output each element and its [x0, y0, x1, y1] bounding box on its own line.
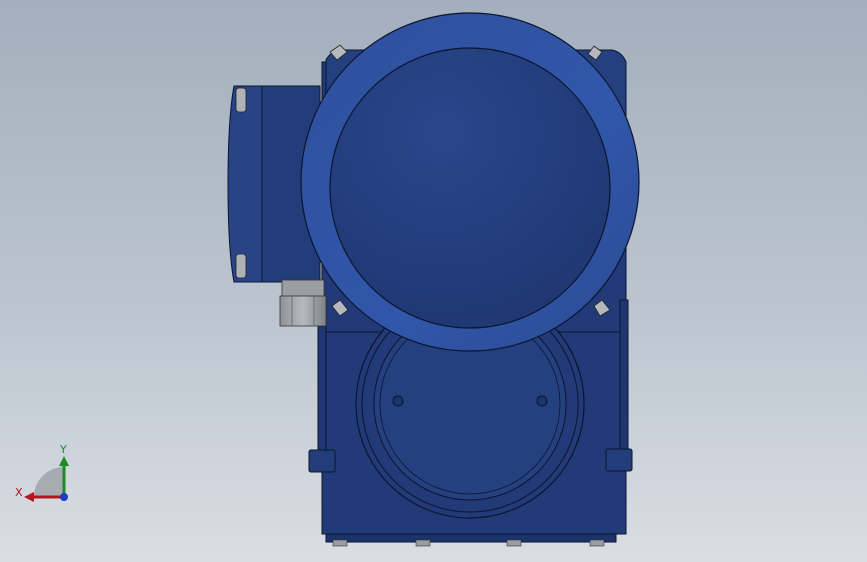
axis-triad: Y X — [15, 443, 69, 502]
cover-hole-right — [536, 395, 548, 407]
y-axis-label: Y — [59, 443, 67, 456]
terminal-box-bolt-top — [235, 87, 247, 113]
z-axis-dot — [60, 493, 68, 501]
cover-hole-left — [392, 395, 404, 407]
gearmotor-model-view[interactable] — [0, 0, 867, 562]
3d-viewport[interactable]: Y X — [0, 0, 867, 562]
x-axis-arrowhead — [24, 492, 34, 502]
mounting-lug-left[interactable] — [308, 449, 336, 473]
triad-plane — [34, 467, 64, 497]
motor-end-cover[interactable] — [300, 12, 640, 352]
x-axis-label: X — [15, 486, 23, 499]
y-axis-arrowhead — [59, 456, 69, 466]
terminal-box-bolt-bottom — [235, 253, 247, 279]
cable-gland[interactable] — [279, 279, 327, 327]
mounting-lug-right[interactable] — [605, 448, 633, 472]
